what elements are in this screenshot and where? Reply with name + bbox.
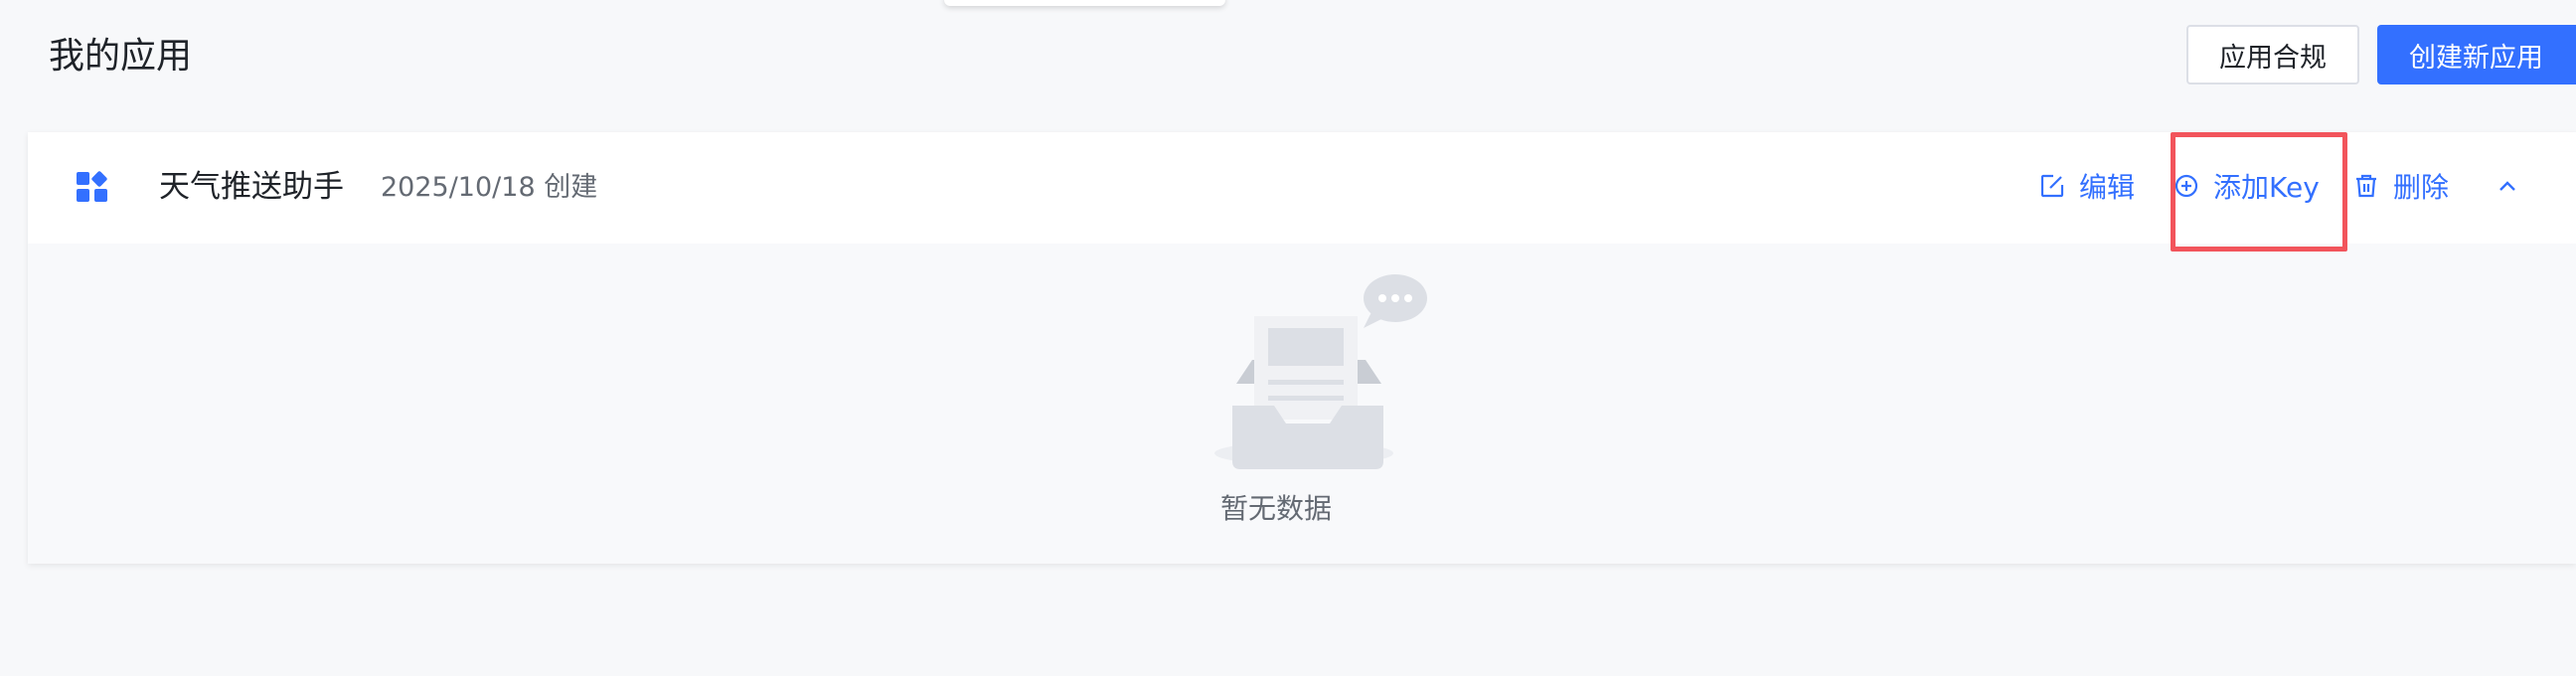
- create-app-button[interactable]: 创建新应用: [2377, 25, 2576, 84]
- add-key-button[interactable]: 添加Key: [2174, 164, 2320, 208]
- add-key-label: 添加Key: [2213, 171, 2320, 204]
- app-created-date: 2025/10/18 创建: [381, 172, 598, 203]
- app-compliance-button[interactable]: 应用合规: [2186, 25, 2359, 84]
- page-title: 我的应用: [49, 36, 193, 77]
- apps-grid-icon: [77, 170, 108, 202]
- plus-circle-icon: [2174, 173, 2199, 199]
- edit-label: 编辑: [2079, 171, 2136, 204]
- edit-button[interactable]: 编辑: [2039, 164, 2135, 208]
- collapse-button[interactable]: [2495, 170, 2520, 202]
- dropdown-popover-edge: [944, 0, 1225, 6]
- trash-icon: [2353, 173, 2379, 199]
- empty-state-text: 暂无数据: [1220, 492, 1333, 525]
- chevron-up-icon: [2495, 173, 2520, 199]
- delete-button[interactable]: 删除: [2353, 164, 2449, 208]
- app-name: 天气推送助手: [159, 169, 344, 205]
- empty-inbox-illustration: [1183, 153, 1435, 481]
- delete-label: 删除: [2393, 171, 2450, 204]
- edit-icon: [2039, 173, 2065, 199]
